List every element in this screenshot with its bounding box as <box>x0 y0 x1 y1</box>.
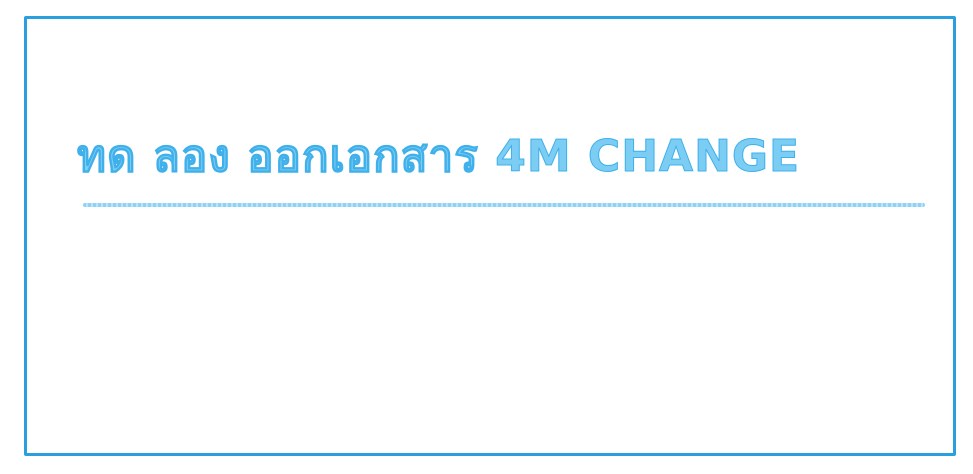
title-underline <box>83 203 925 207</box>
page-title: ทด ลอง ออกเอกสาร 4M CHANGE <box>77 131 801 183</box>
bordered-panel: ทด ลอง ออกเอกสาร 4M CHANGE <box>24 16 956 456</box>
